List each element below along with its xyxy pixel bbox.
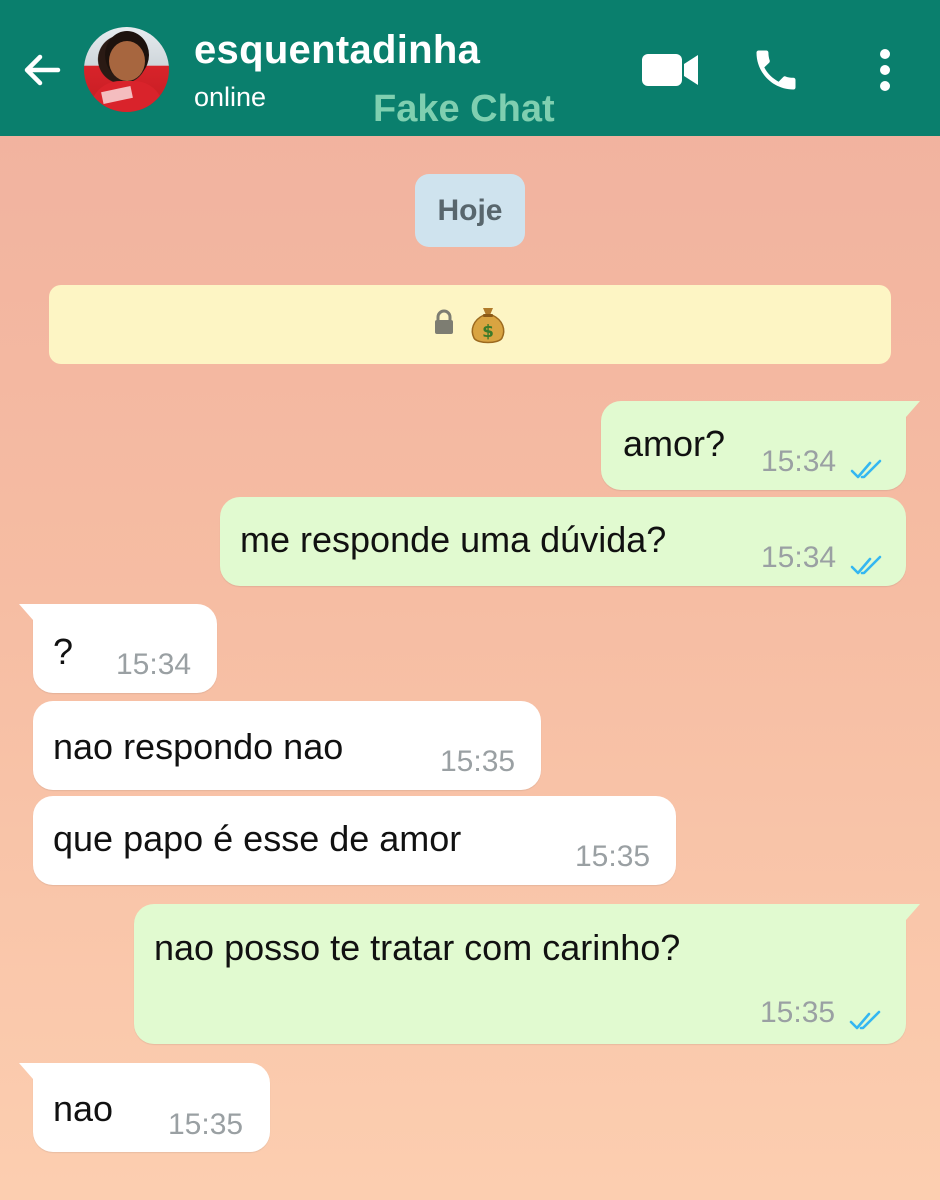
bubble-tail [19, 604, 33, 620]
message-text: nao posso te tratar com carinho? [154, 927, 681, 968]
phone-call-icon[interactable] [750, 44, 802, 96]
message-text: ? [53, 631, 74, 672]
outgoing-message-bubble[interactable]: amor? 15:34 [601, 401, 920, 490]
message-text: nao [53, 1088, 114, 1129]
bubble-tail [906, 904, 920, 920]
message-time: 15:34 [761, 445, 837, 478]
message-time: 15:34 [116, 648, 192, 681]
svg-text:$: $ [482, 322, 494, 342]
message-time: 15:35 [168, 1108, 244, 1141]
date-chip: Hoje [415, 174, 525, 247]
message-text: nao respondo nao [53, 726, 344, 767]
message-text: me responde uma dúvida? [240, 519, 667, 560]
more-options-icon[interactable] [875, 46, 895, 94]
message-time: 15:35 [440, 745, 516, 778]
video-call-icon[interactable] [640, 50, 700, 90]
outgoing-message-bubble[interactable]: nao posso te tratar com carinho? 15:35 [134, 904, 920, 1044]
fake-chat-watermark: Fake Chat [373, 88, 555, 130]
contact-avatar[interactable] [84, 27, 169, 112]
chat-header: esquentadinha online Fake Chat [0, 0, 940, 136]
read-receipt-icon [848, 1000, 886, 1030]
money-bag-icon: $ [469, 304, 507, 346]
message-time: 15:35 [760, 996, 836, 1029]
read-receipt-icon [849, 449, 887, 479]
incoming-message-bubble[interactable]: ? 15:34 [19, 604, 217, 693]
incoming-message-bubble[interactable]: nao respondo nao 15:35 [33, 701, 541, 790]
lock-icon [433, 309, 455, 340]
encryption-notice[interactable]: $ [49, 285, 891, 364]
contact-status: online [194, 82, 267, 112]
bubble-tail [906, 401, 920, 417]
message-text: que papo é esse de amor [53, 818, 462, 859]
incoming-message-bubble[interactable]: que papo é esse de amor 15:35 [33, 796, 676, 885]
bubble-tail [19, 1063, 33, 1079]
contact-name[interactable]: esquentadinha [194, 28, 480, 73]
message-time: 15:34 [761, 541, 837, 574]
outgoing-message-bubble[interactable]: me responde uma dúvida? 15:34 [220, 497, 906, 586]
incoming-message-bubble[interactable]: nao 15:35 [19, 1063, 270, 1152]
read-receipt-icon [849, 545, 887, 575]
message-text: amor? [623, 423, 726, 464]
message-time: 15:35 [575, 840, 651, 873]
back-arrow-icon[interactable] [18, 46, 66, 94]
